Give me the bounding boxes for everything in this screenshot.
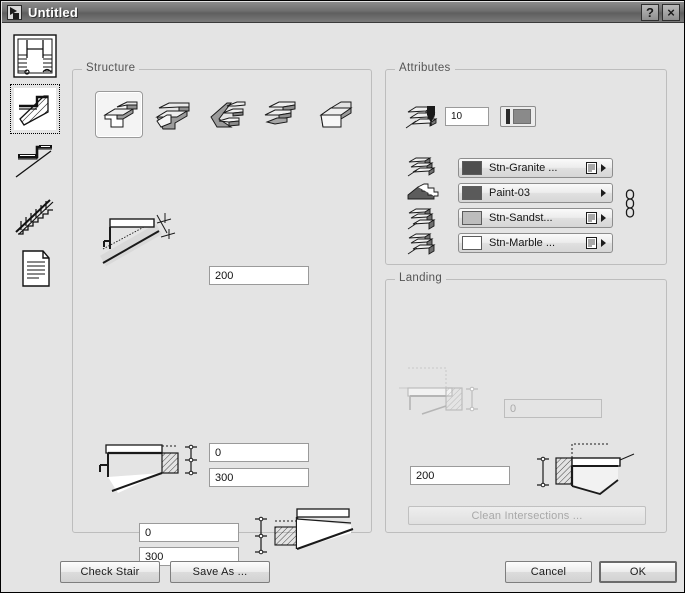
save-as-button[interactable]: Save As ... (170, 561, 270, 583)
stair-thickness-diagram (95, 211, 190, 273)
structure-type-5[interactable] (311, 91, 359, 138)
stair-section-icon (10, 84, 60, 134)
material-riser-label: Stn-Sandst... (489, 212, 586, 224)
stair-app-icon (7, 5, 22, 20)
material-tread[interactable]: Stn-Granite ... (458, 158, 613, 178)
window-title: Untitled (28, 5, 78, 20)
material-side-swatch (462, 186, 482, 200)
chain-link-icon[interactable] (623, 188, 637, 220)
material-underside-label: Stn-Marble ... (489, 237, 586, 249)
stair-tread-icon (406, 154, 440, 180)
material-tread-swatch (462, 161, 482, 175)
material-underside[interactable]: Stn-Marble ... (458, 233, 613, 253)
dialog-body: Structure (2, 23, 685, 592)
stair-side-icon (406, 181, 440, 207)
title-bar: Untitled ? × (2, 2, 685, 23)
structure-top-thickness-input[interactable]: 300 (209, 468, 309, 487)
structure-legend: Structure (82, 62, 139, 74)
stair-type-monolithic-icon (99, 97, 139, 133)
check-stair-button[interactable]: Check Stair (60, 561, 160, 583)
clean-intersections-button[interactable]: Clean Intersections ... (408, 506, 646, 525)
attribute-manager-icon[interactable] (586, 212, 597, 224)
stair-railing-icon (10, 190, 60, 240)
pen-weight-icon (424, 105, 438, 127)
document-listing-icon (10, 243, 60, 293)
structure-type-3[interactable] (203, 91, 251, 138)
structure-top-offset-input[interactable]: 0 (209, 443, 309, 462)
sidebar-item-structure[interactable] (10, 137, 60, 187)
structure-thickness-input[interactable]: 200 (209, 266, 309, 285)
chevron-right-icon (601, 239, 606, 247)
sidebar (10, 31, 65, 296)
stair-type-closed-icon (315, 97, 355, 133)
structure-bottom-offset-input[interactable]: 0 (139, 523, 239, 542)
sidebar-item-section[interactable] (10, 84, 60, 134)
structure-type-row (95, 91, 359, 138)
material-tread-label: Stn-Granite ... (489, 162, 586, 174)
landing-legend: Landing (395, 272, 446, 284)
sidebar-item-listing[interactable] (10, 243, 60, 293)
landing-offset-diagram (534, 440, 649, 502)
pen-color-bar (506, 109, 510, 124)
stair-bottom-offset-diagram (251, 507, 361, 565)
pen-weight-row: 10 (424, 105, 536, 127)
ok-button[interactable]: OK (599, 561, 677, 583)
stair-top-offset-diagram (98, 441, 213, 501)
close-icon[interactable]: × (662, 4, 680, 21)
pen-color-button[interactable] (500, 106, 536, 127)
landing-group: Landing (385, 279, 667, 533)
help-button[interactable]: ? (641, 4, 659, 21)
stair-riser-icon (406, 206, 440, 232)
material-side-label: Paint-03 (489, 187, 601, 199)
structure-type-1[interactable] (95, 91, 143, 138)
cancel-button[interactable]: Cancel (505, 561, 592, 583)
attribute-manager-icon[interactable] (586, 237, 597, 249)
landing-thickness-input[interactable]: 0 (504, 399, 602, 418)
material-side[interactable]: Paint-03 (458, 183, 613, 203)
stair-plan-icon (10, 31, 60, 81)
stair-type-cantilever-icon (207, 97, 247, 133)
sidebar-item-floor-plan[interactable] (10, 31, 60, 81)
structure-type-2[interactable] (149, 91, 197, 138)
landing-thickness-diagram (398, 360, 493, 422)
stair-settings-window: Untitled ? × (0, 0, 685, 593)
stair-structure-icon (10, 137, 60, 187)
attributes-legend: Attributes (395, 62, 455, 74)
stair-type-open-icon (261, 97, 301, 133)
stair-under-icon (406, 231, 440, 257)
material-riser[interactable]: Stn-Sandst... (458, 208, 613, 228)
landing-offset-input[interactable]: 200 (410, 466, 510, 485)
title-bar-buttons: ? × (641, 4, 685, 21)
stair-type-stringer-icon (153, 97, 193, 133)
attributes-group: Attributes 10 (385, 69, 667, 265)
material-underside-swatch (462, 236, 482, 250)
sidebar-item-railing[interactable] (10, 190, 60, 240)
pen-weight-input[interactable]: 10 (445, 107, 489, 126)
pen-color-swatch (513, 109, 531, 124)
chevron-right-icon (601, 214, 606, 222)
material-riser-swatch (462, 211, 482, 225)
attribute-manager-icon[interactable] (586, 162, 597, 174)
chevron-right-icon (601, 189, 606, 197)
structure-group: Structure (72, 69, 372, 533)
chevron-right-icon (601, 164, 606, 172)
structure-type-4[interactable] (257, 91, 305, 138)
